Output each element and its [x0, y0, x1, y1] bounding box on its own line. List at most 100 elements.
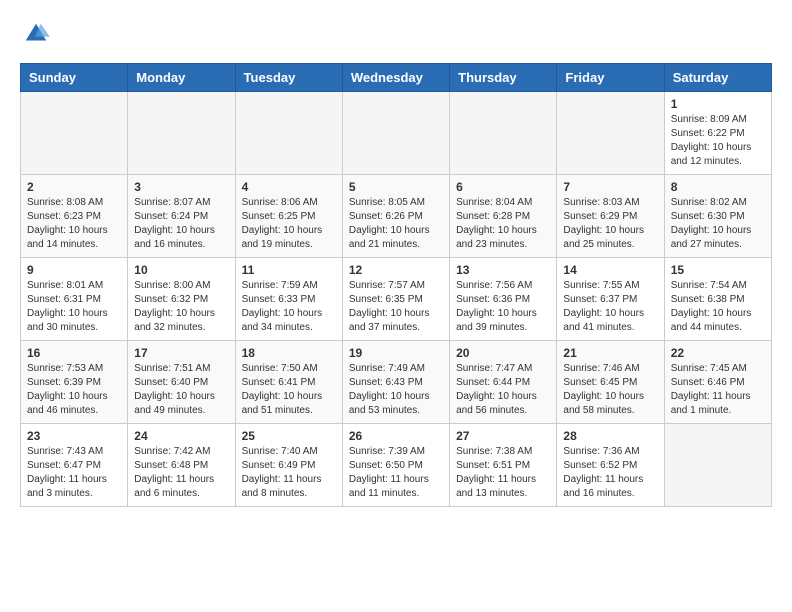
day-info: Sunrise: 7:51 AM Sunset: 6:40 PM Dayligh… [134, 362, 228, 418]
calendar-cell: 6 Sunrise: 8:04 AM Sunset: 6:28 PM Daylig… [450, 175, 557, 258]
day-info: Sunrise: 7:54 AM Sunset: 6:38 PM Dayligh… [671, 279, 765, 335]
calendar-cell [235, 92, 342, 175]
day-info: Sunrise: 7:56 AM Sunset: 6:36 PM Dayligh… [456, 279, 550, 335]
logo-icon [22, 20, 50, 48]
day-number: 15 [671, 263, 765, 277]
day-info: Sunrise: 7:46 AM Sunset: 6:45 PM Dayligh… [563, 362, 657, 418]
calendar-cell: 9 Sunrise: 8:01 AM Sunset: 6:31 PM Daylig… [21, 258, 128, 341]
day-number: 1 [671, 97, 765, 111]
calendar-cell: 20 Sunrise: 7:47 AM Sunset: 6:44 PM Dayli… [450, 341, 557, 424]
weekday-header-thursday: Thursday [450, 64, 557, 92]
day-number: 16 [27, 346, 121, 360]
day-info: Sunrise: 7:49 AM Sunset: 6:43 PM Dayligh… [349, 362, 443, 418]
day-info: Sunrise: 7:43 AM Sunset: 6:47 PM Dayligh… [27, 445, 121, 501]
day-info: Sunrise: 7:45 AM Sunset: 6:46 PM Dayligh… [671, 362, 765, 418]
day-number: 22 [671, 346, 765, 360]
calendar-cell: 3 Sunrise: 8:07 AM Sunset: 6:24 PM Daylig… [128, 175, 235, 258]
day-info: Sunrise: 8:03 AM Sunset: 6:29 PM Dayligh… [563, 196, 657, 252]
calendar-cell: 7 Sunrise: 8:03 AM Sunset: 6:29 PM Daylig… [557, 175, 664, 258]
day-number: 4 [242, 180, 336, 194]
calendar-cell [128, 92, 235, 175]
day-info: Sunrise: 8:01 AM Sunset: 6:31 PM Dayligh… [27, 279, 121, 335]
calendar-cell [557, 92, 664, 175]
day-number: 13 [456, 263, 550, 277]
day-info: Sunrise: 7:57 AM Sunset: 6:35 PM Dayligh… [349, 279, 443, 335]
day-number: 26 [349, 429, 443, 443]
calendar-cell: 14 Sunrise: 7:55 AM Sunset: 6:37 PM Dayli… [557, 258, 664, 341]
day-number: 18 [242, 346, 336, 360]
day-number: 6 [456, 180, 550, 194]
calendar-cell: 2 Sunrise: 8:08 AM Sunset: 6:23 PM Daylig… [21, 175, 128, 258]
week-row-0: 1 Sunrise: 8:09 AM Sunset: 6:22 PM Daylig… [21, 92, 772, 175]
calendar-cell [342, 92, 449, 175]
day-info: Sunrise: 7:40 AM Sunset: 6:49 PM Dayligh… [242, 445, 336, 501]
day-info: Sunrise: 8:08 AM Sunset: 6:23 PM Dayligh… [27, 196, 121, 252]
day-number: 27 [456, 429, 550, 443]
day-number: 14 [563, 263, 657, 277]
day-info: Sunrise: 7:53 AM Sunset: 6:39 PM Dayligh… [27, 362, 121, 418]
calendar-cell: 15 Sunrise: 7:54 AM Sunset: 6:38 PM Dayli… [664, 258, 771, 341]
weekday-header-wednesday: Wednesday [342, 64, 449, 92]
day-info: Sunrise: 7:42 AM Sunset: 6:48 PM Dayligh… [134, 445, 228, 501]
weekday-header-friday: Friday [557, 64, 664, 92]
day-number: 2 [27, 180, 121, 194]
calendar-cell: 18 Sunrise: 7:50 AM Sunset: 6:41 PM Dayli… [235, 341, 342, 424]
calendar-cell: 26 Sunrise: 7:39 AM Sunset: 6:50 PM Dayli… [342, 424, 449, 507]
calendar-cell: 11 Sunrise: 7:59 AM Sunset: 6:33 PM Dayli… [235, 258, 342, 341]
calendar-cell: 1 Sunrise: 8:09 AM Sunset: 6:22 PM Daylig… [664, 92, 771, 175]
day-info: Sunrise: 7:47 AM Sunset: 6:44 PM Dayligh… [456, 362, 550, 418]
calendar-cell: 24Sunrise: 7:42 AM Sunset: 6:48 PM Dayli… [128, 424, 235, 507]
day-number: 23 [27, 429, 121, 443]
calendar-cell: 8 Sunrise: 8:02 AM Sunset: 6:30 PM Daylig… [664, 175, 771, 258]
calendar-cell: 5 Sunrise: 8:05 AM Sunset: 6:26 PM Daylig… [342, 175, 449, 258]
calendar-cell [21, 92, 128, 175]
weekday-header-monday: Monday [128, 64, 235, 92]
weekday-header-tuesday: Tuesday [235, 64, 342, 92]
day-info: Sunrise: 7:50 AM Sunset: 6:41 PM Dayligh… [242, 362, 336, 418]
header [20, 20, 772, 53]
weekday-header-sunday: Sunday [21, 64, 128, 92]
day-info: Sunrise: 8:06 AM Sunset: 6:25 PM Dayligh… [242, 196, 336, 252]
day-number: 20 [456, 346, 550, 360]
calendar-cell: 17 Sunrise: 7:51 AM Sunset: 6:40 PM Dayli… [128, 341, 235, 424]
day-info: Sunrise: 8:05 AM Sunset: 6:26 PM Dayligh… [349, 196, 443, 252]
day-info: Sunrise: 8:07 AM Sunset: 6:24 PM Dayligh… [134, 196, 228, 252]
calendar-cell: 23 Sunrise: 7:43 AM Sunset: 6:47 PM Dayli… [21, 424, 128, 507]
calendar-cell: 19 Sunrise: 7:49 AM Sunset: 6:43 PM Dayli… [342, 341, 449, 424]
day-number: 5 [349, 180, 443, 194]
day-number: 8 [671, 180, 765, 194]
week-row-2: 9 Sunrise: 8:01 AM Sunset: 6:31 PM Daylig… [21, 258, 772, 341]
day-number: 25 [242, 429, 336, 443]
week-row-3: 16 Sunrise: 7:53 AM Sunset: 6:39 PM Dayli… [21, 341, 772, 424]
calendar-cell: 12 Sunrise: 7:57 AM Sunset: 6:35 PM Dayli… [342, 258, 449, 341]
day-number: 10 [134, 263, 228, 277]
weekday-header-saturday: Saturday [664, 64, 771, 92]
calendar-cell [664, 424, 771, 507]
day-number: 28 [563, 429, 657, 443]
calendar-cell: 22 Sunrise: 7:45 AM Sunset: 6:46 PM Dayli… [664, 341, 771, 424]
day-info: Sunrise: 8:09 AM Sunset: 6:22 PM Dayligh… [671, 113, 765, 169]
day-info: Sunrise: 7:38 AM Sunset: 6:51 PM Dayligh… [456, 445, 550, 501]
calendar-cell: 4 Sunrise: 8:06 AM Sunset: 6:25 PM Daylig… [235, 175, 342, 258]
day-info: Sunrise: 8:00 AM Sunset: 6:32 PM Dayligh… [134, 279, 228, 335]
calendar-cell: 21 Sunrise: 7:46 AM Sunset: 6:45 PM Dayli… [557, 341, 664, 424]
day-info: Sunrise: 7:59 AM Sunset: 6:33 PM Dayligh… [242, 279, 336, 335]
day-info: Sunrise: 7:36 AM Sunset: 6:52 PM Dayligh… [563, 445, 657, 501]
day-info: Sunrise: 8:02 AM Sunset: 6:30 PM Dayligh… [671, 196, 765, 252]
day-info: Sunrise: 7:55 AM Sunset: 6:37 PM Dayligh… [563, 279, 657, 335]
calendar-cell: 13 Sunrise: 7:56 AM Sunset: 6:36 PM Dayli… [450, 258, 557, 341]
day-number: 11 [242, 263, 336, 277]
day-number: 3 [134, 180, 228, 194]
day-number: 12 [349, 263, 443, 277]
day-number: 17 [134, 346, 228, 360]
day-info: Sunrise: 8:04 AM Sunset: 6:28 PM Dayligh… [456, 196, 550, 252]
week-row-4: 23 Sunrise: 7:43 AM Sunset: 6:47 PM Dayli… [21, 424, 772, 507]
calendar-cell: 10 Sunrise: 8:00 AM Sunset: 6:32 PM Dayli… [128, 258, 235, 341]
day-info: Sunrise: 7:39 AM Sunset: 6:50 PM Dayligh… [349, 445, 443, 501]
day-number: 21 [563, 346, 657, 360]
calendar-cell: 16 Sunrise: 7:53 AM Sunset: 6:39 PM Dayli… [21, 341, 128, 424]
day-number: 9 [27, 263, 121, 277]
day-number: 19 [349, 346, 443, 360]
weekday-header-row: SundayMondayTuesdayWednesdayThursdayFrid… [21, 64, 772, 92]
day-number: 7 [563, 180, 657, 194]
